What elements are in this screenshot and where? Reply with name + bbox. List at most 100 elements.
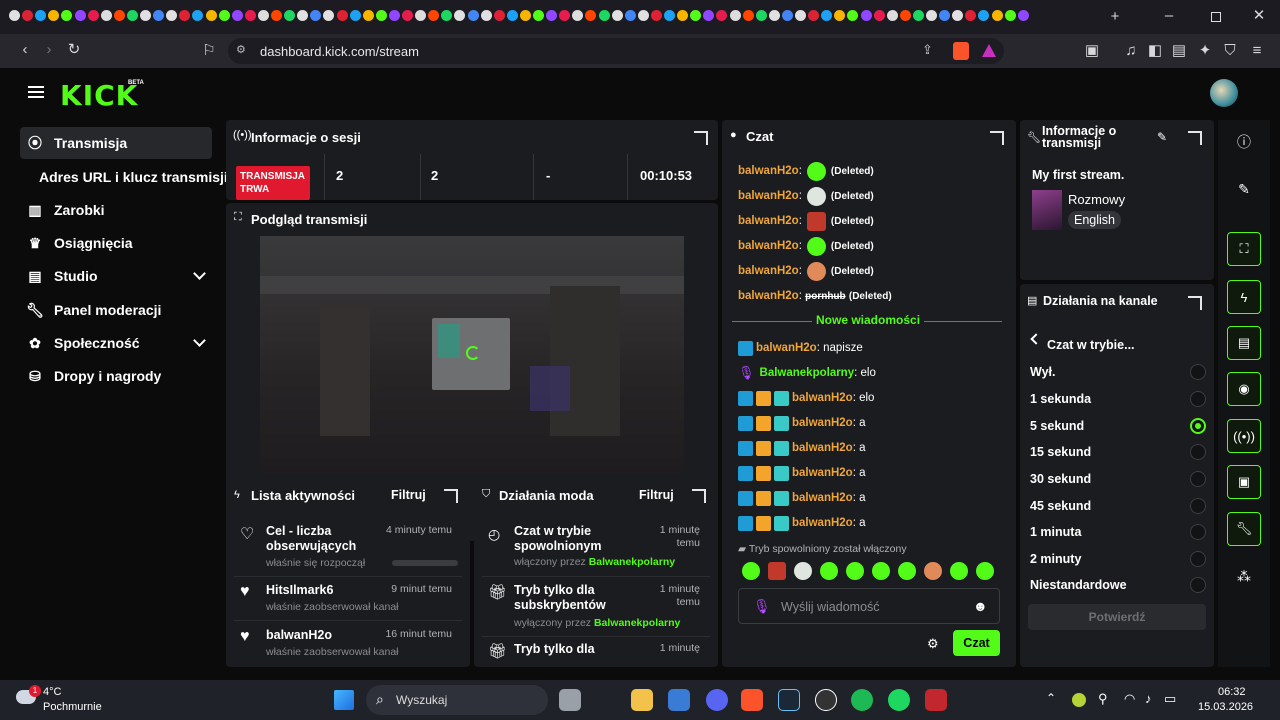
slow-mode-radio[interactable]: [1190, 551, 1206, 567]
popout-icon[interactable]: [692, 489, 706, 503]
share-icon[interactable]: ⇪: [922, 42, 933, 58]
chat-message[interactable]: balwanH2o: a: [738, 488, 866, 508]
popout-icon[interactable]: [1188, 131, 1202, 145]
tray-app-icon[interactable]: [1072, 693, 1086, 707]
tab-favicon-icon[interactable]: [768, 10, 780, 21]
sidebar-toggle-icon[interactable]: ◧: [1146, 43, 1164, 59]
sidebar-item-community[interactable]: ✿ Społeczność: [20, 327, 212, 359]
chat-message[interactable]: balwanH2o: a: [738, 413, 866, 433]
taskbar-search[interactable]: ⌕ Wyszukaj: [366, 685, 548, 715]
site-settings-icon[interactable]: ⚙: [236, 43, 246, 56]
chat-message[interactable]: balwanH2o: a: [738, 513, 866, 533]
rail-broadcast-button[interactable]: ((•)): [1227, 419, 1261, 453]
chat-message[interactable]: balwanH2o: a: [738, 438, 866, 458]
tab-favicon-icon[interactable]: [362, 10, 374, 21]
chat-input[interactable]: 🎙︎ Wyślij wiadomość ☻: [738, 588, 1000, 624]
tray-chevron-icon[interactable]: ⌃: [1046, 691, 1056, 705]
tab-favicon-icon[interactable]: [795, 10, 806, 21]
tab-favicon-icon[interactable]: [939, 10, 951, 21]
screenshot-icon[interactable]: ▣: [1083, 43, 1101, 59]
settings-gear-icon[interactable]: ⚙: [927, 636, 939, 652]
info-icon[interactable]: ⓘ: [1227, 125, 1261, 159]
slow-mode-radio[interactable]: [1190, 444, 1206, 460]
forward-icon[interactable]: ›: [40, 42, 58, 58]
close-icon[interactable]: ✕: [1250, 8, 1268, 24]
sidebar-item-transmisja[interactable]: ⦿ Transmisja: [20, 127, 212, 159]
tab-favicon-icon[interactable]: [113, 10, 125, 21]
file-explorer-icon[interactable]: [631, 689, 653, 711]
tray-network-icon[interactable]: ⚲: [1098, 691, 1108, 707]
back-chevron-icon[interactable]: [1030, 333, 1042, 345]
reload-icon[interactable]: ↻: [65, 42, 83, 58]
tab-favicon-icon[interactable]: [166, 10, 178, 21]
tab-favicon-icon[interactable]: [218, 10, 230, 21]
brave-shield-icon[interactable]: [953, 42, 969, 60]
emote-icon[interactable]: [924, 562, 942, 580]
music-icon[interactable]: ♫: [1122, 43, 1140, 59]
popout-icon[interactable]: [444, 489, 458, 503]
confirm-button[interactable]: Potwierdź: [1028, 604, 1206, 630]
chat-message[interactable]: 🎙︎ Balwanekpolarny: elo: [738, 363, 876, 383]
tab-favicon-icon[interactable]: [441, 10, 453, 21]
tab-favicon-icon[interactable]: [179, 10, 191, 21]
emote-icon[interactable]: [846, 562, 864, 580]
sidebar-item-drops[interactable]: ⛁ Dropy i nagrody: [20, 360, 212, 392]
slow-mode-radio[interactable]: [1190, 391, 1206, 407]
tab-favicon-icon[interactable]: [9, 10, 20, 21]
community-icon[interactable]: ⁂: [1227, 559, 1261, 593]
chat-message-deleted[interactable]: balwanH2o: (Deleted): [738, 161, 874, 181]
tab-favicon-icon[interactable]: [153, 10, 165, 21]
emote-icon[interactable]: [794, 562, 812, 580]
tab-favicon-icon[interactable]: [899, 10, 911, 21]
tab-favicon-icon[interactable]: [402, 10, 413, 21]
tab-favicon-icon[interactable]: [336, 10, 348, 21]
tab-favicon-icon[interactable]: [244, 10, 256, 21]
tab-favicon-icon[interactable]: [847, 10, 859, 21]
tab-favicon-icon[interactable]: [559, 10, 571, 21]
chat-message-deleted[interactable]: balwanH2o: pornhub (Deleted): [738, 286, 892, 306]
rail-preview-button[interactable]: ⛶: [1227, 232, 1261, 266]
tab-favicon-icon[interactable]: [454, 10, 466, 21]
tab-favicon-icon[interactable]: [952, 10, 964, 21]
windows-start-icon[interactable]: [334, 690, 354, 710]
category-thumbnail[interactable]: [1032, 190, 1062, 230]
video-preview[interactable]: [260, 236, 684, 474]
tab-favicon-icon[interactable]: [965, 10, 977, 21]
tab-favicon-icon[interactable]: [742, 10, 754, 21]
popout-icon[interactable]: [1188, 296, 1202, 310]
tab-favicon-icon[interactable]: [349, 10, 361, 21]
tab-favicon-icon[interactable]: [87, 10, 99, 21]
address-bar[interactable]: ⚙ dashboard.kick.com/stream ⇪: [228, 38, 1004, 64]
tab-favicon-icon[interactable]: [926, 10, 937, 21]
volume-icon[interactable]: ♪: [1145, 691, 1152, 706]
sidebar-item-studio[interactable]: ▤ Studio: [20, 260, 212, 292]
back-icon[interactable]: ‹: [16, 42, 34, 58]
chat-message-deleted[interactable]: balwanH2o: (Deleted): [738, 261, 874, 281]
store-icon[interactable]: [668, 689, 690, 711]
tab-favicon-icon[interactable]: [533, 10, 544, 21]
tab-favicon-icon[interactable]: [650, 10, 662, 21]
rail-notes-button[interactable]: ▤: [1227, 326, 1261, 360]
tab-favicon-icon[interactable]: [493, 10, 505, 21]
tab-favicon-icon[interactable]: [624, 10, 636, 21]
tab-favicon-icon[interactable]: [886, 10, 898, 21]
slow-mode-radio[interactable]: [1190, 524, 1206, 540]
tab-favicon-icon[interactable]: [755, 10, 767, 21]
hamburger-icon[interactable]: [28, 86, 44, 98]
sidebar-item-osiagniecia[interactable]: ♛ Osiągnięcia: [20, 227, 212, 259]
tab-favicon-icon[interactable]: [22, 10, 34, 21]
tab-favicon-icon[interactable]: [611, 10, 623, 21]
clock-time[interactable]: 06:32: [1218, 686, 1246, 698]
tab-favicon-icon[interactable]: [716, 10, 728, 21]
chat-message[interactable]: balwanH2o: elo: [738, 388, 874, 408]
tab-favicon-icon[interactable]: [35, 10, 47, 21]
emote-icon[interactable]: [872, 562, 890, 580]
minimize-icon[interactable]: –: [1160, 8, 1178, 24]
tab-favicon-icon[interactable]: [480, 10, 492, 21]
emote-icon[interactable]: [950, 562, 968, 580]
tab-favicon-icon[interactable]: [519, 10, 531, 21]
avatar[interactable]: [1210, 79, 1238, 107]
app-icon[interactable]: [925, 689, 947, 711]
slow-mode-radio[interactable]: [1190, 471, 1206, 487]
tab-favicon-icon[interactable]: [388, 10, 400, 21]
